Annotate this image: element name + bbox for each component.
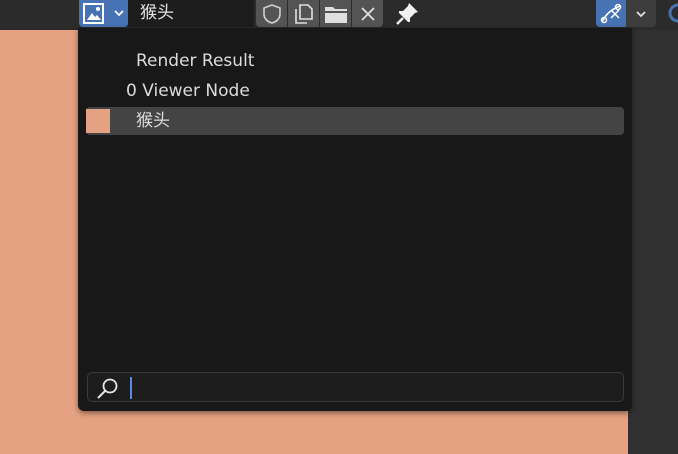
open-image-button[interactable] — [320, 0, 351, 27]
pin-button[interactable] — [392, 0, 422, 27]
view-menu-dropdown[interactable] — [626, 0, 656, 27]
pin-icon — [396, 2, 418, 25]
chevron-down-icon — [114, 10, 124, 17]
image-preview-swatch — [86, 109, 110, 133]
list-item-label: 0 Viewer Node — [126, 81, 250, 101]
fake-user-button[interactable] — [256, 0, 287, 27]
duplicate-icon — [294, 3, 313, 24]
image-editor-header: 猴头 — [0, 0, 678, 30]
browse-image-button[interactable] — [79, 0, 128, 27]
list-item-label: 猴头 — [136, 111, 170, 131]
image-browse-icon — [83, 3, 104, 24]
sample-tool-icon — [600, 3, 622, 23]
list-item-viewer-node[interactable]: 0 Viewer Node — [86, 77, 624, 105]
search-field[interactable] — [87, 372, 624, 402]
search-icon — [97, 378, 118, 399]
shield-icon — [262, 3, 281, 24]
sample-tool-button[interactable] — [596, 0, 626, 27]
close-icon — [360, 6, 375, 21]
image-name-field[interactable]: 猴头 — [128, 0, 254, 27]
folder-icon — [324, 6, 347, 23]
list-item-selected-image[interactable]: 猴头 — [86, 107, 624, 135]
image-browse-popup: Render Result 0 Viewer Node 猴头 — [78, 28, 632, 411]
unlink-image-button[interactable] — [352, 0, 383, 27]
search-input[interactable] — [134, 375, 618, 401]
duplicate-button[interactable] — [288, 0, 319, 27]
text-cursor — [130, 377, 132, 399]
overlay-icon[interactable] — [664, 0, 678, 27]
sidebar-strip — [628, 30, 678, 454]
list-item-label: Render Result — [136, 51, 255, 71]
chevron-down-icon — [636, 10, 646, 17]
list-item-render-result[interactable]: Render Result — [86, 47, 624, 75]
